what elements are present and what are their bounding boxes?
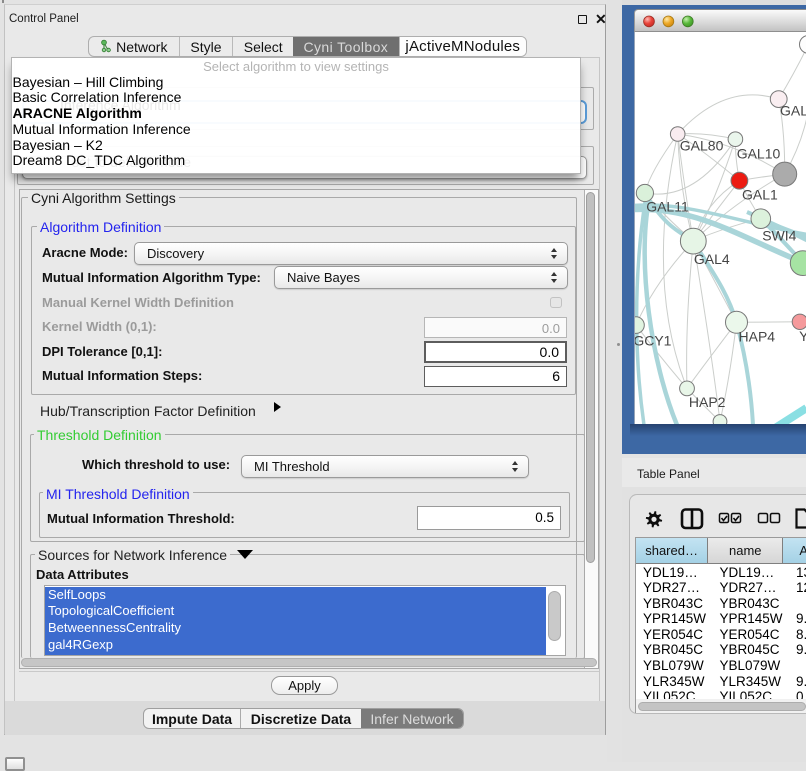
svg-text:GAL10: GAL10 [737,145,781,161]
svg-text:GAL: GAL [780,103,806,119]
svg-text:HAP4: HAP4 [739,329,776,345]
svg-text:SWI4: SWI4 [762,228,796,244]
svg-text:GAL11: GAL11 [646,198,689,214]
svg-text:GAL1: GAL1 [742,187,778,203]
svg-text:GAL80: GAL80 [680,138,724,154]
svg-text:GCY1: GCY1 [635,333,672,349]
svg-text:GAL4: GAL4 [694,251,730,267]
svg-text:Y: Y [799,328,806,344]
svg-text:HAP2: HAP2 [689,394,726,410]
